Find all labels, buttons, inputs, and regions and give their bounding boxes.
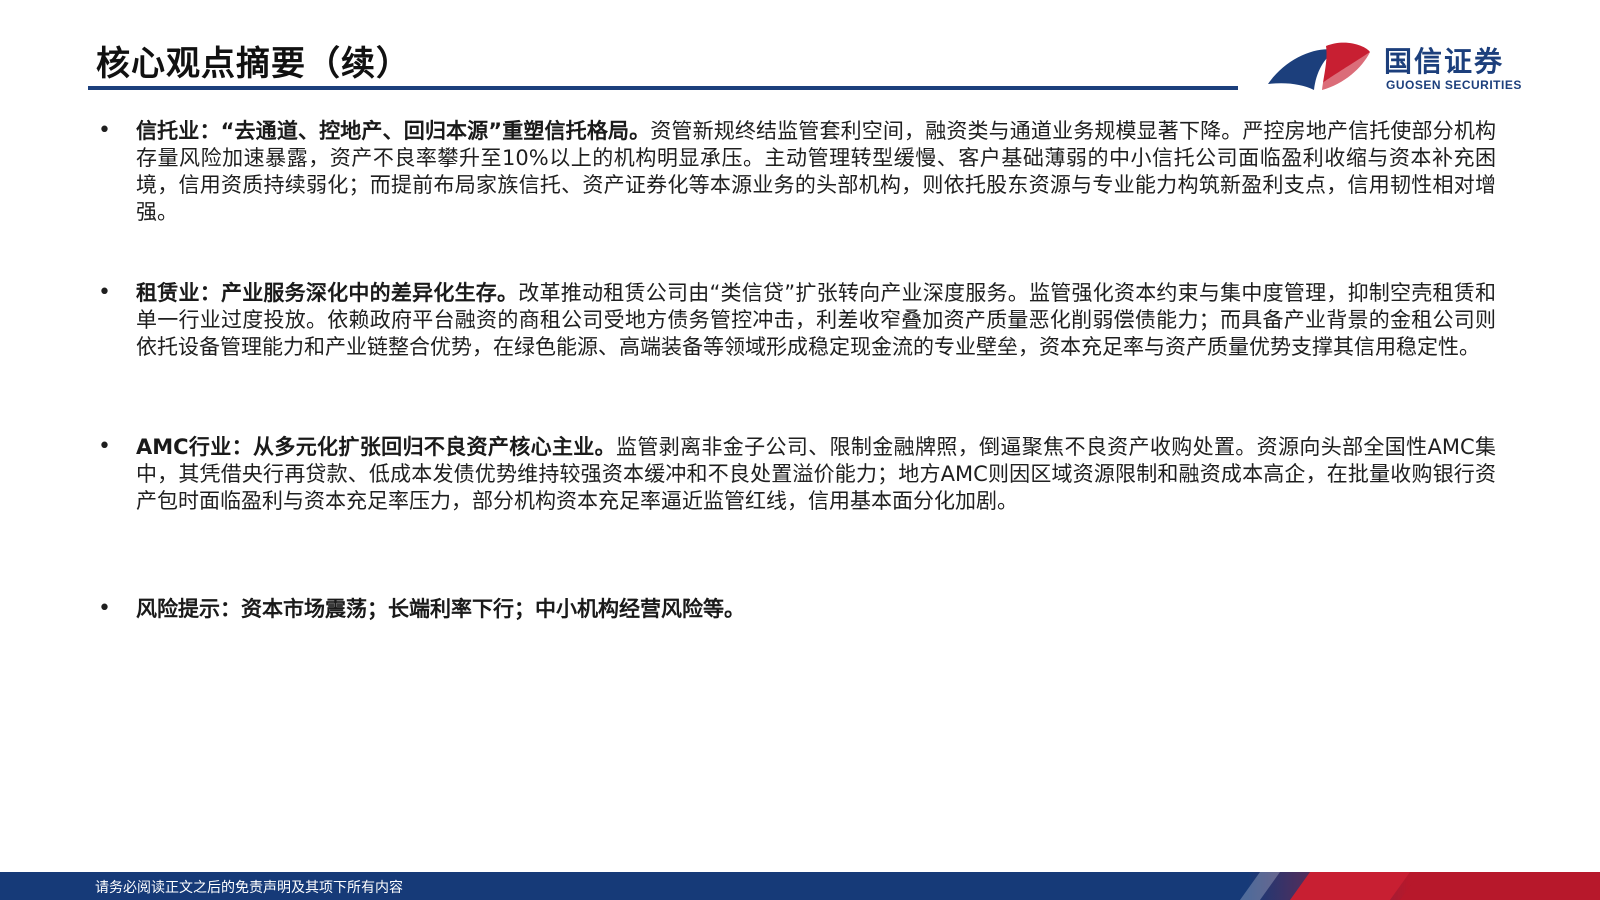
bullet-dot: • — [98, 118, 111, 143]
paragraph-trust: 信托业：“去通道、控地产、回归本源”重塑信托格局。资管新规终结监管套利空间，融资… — [136, 118, 1496, 226]
logo-chinese-name: 国信证券 — [1384, 45, 1505, 78]
lead-text: 风险提示：资本市场震荡；长端利率下行；中小机构经营风险等。 — [136, 597, 745, 621]
footer-disclaimer: 请务必阅读正文之后的免责声明及其项下所有内容 — [95, 880, 403, 896]
lead-text: 信托业：“去通道、控地产、回归本源”重塑信托格局。 — [136, 119, 651, 143]
company-logo: 国信证券 GUOSEN SECURITIES — [1266, 38, 1536, 98]
list-item-risk: • 风险提示：资本市场震荡；长端利率下行；中小机构经营风险等。 — [96, 596, 745, 623]
paragraph-risk: 风险提示：资本市场震荡；长端利率下行；中小机构经营风险等。 — [136, 596, 745, 623]
paragraph-amc: AMC行业：从多元化扩张回归不良资产核心主业。监管剥离非金子公司、限制金融牌照，… — [136, 434, 1496, 515]
bullet-dot: • — [98, 434, 111, 459]
paragraph-leasing: 租赁业：产业服务深化中的差异化生存。改革推动租赁公司由“类信贷”扩张转向产业深度… — [136, 280, 1496, 361]
footer-bar: 请务必阅读正文之后的免责声明及其项下所有内容 — [0, 872, 1600, 900]
guosen-logo-icon — [1268, 42, 1370, 90]
list-item-trust: • 信托业：“去通道、控地产、回归本源”重塑信托格局。资管新规终结监管套利空间，… — [96, 118, 1496, 226]
title-divider — [88, 86, 1238, 90]
footer-stripe-decoration — [1240, 872, 1600, 900]
list-item-amc: • AMC行业：从多元化扩张回归不良资产核心主业。监管剥离非金子公司、限制金融牌… — [96, 434, 1496, 515]
bullet-dot: • — [98, 280, 111, 305]
page-title: 核心观点摘要（续） — [96, 44, 411, 84]
list-item-leasing: • 租赁业：产业服务深化中的差异化生存。改革推动租赁公司由“类信贷”扩张转向产业… — [96, 280, 1496, 361]
lead-text: 租赁业：产业服务深化中的差异化生存。 — [136, 281, 519, 305]
bullet-dot: • — [98, 596, 111, 621]
logo-english-name: GUOSEN SECURITIES — [1386, 78, 1522, 92]
lead-text: AMC行业：从多元化扩张回归不良资产核心主业。 — [136, 435, 617, 459]
